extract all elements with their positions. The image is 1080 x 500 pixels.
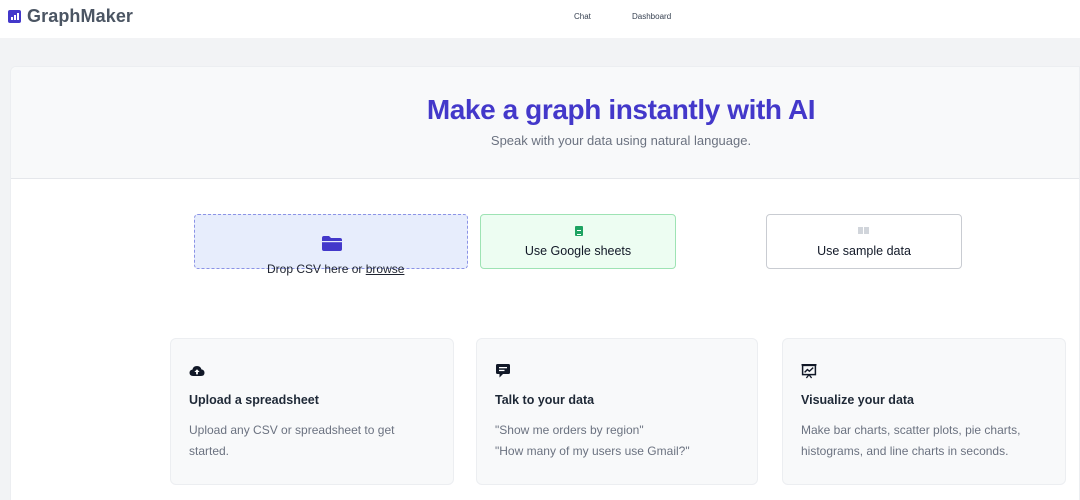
feature-card-visualize: Visualize your data Make bar charts, sca…: [782, 338, 1066, 485]
feature-description: Make bar charts, scatter plots, pie char…: [801, 420, 1051, 462]
feature-line: Upload any CSV or spreadsheet to get: [189, 423, 395, 437]
feature-title: Upload a spreadsheet: [189, 393, 319, 407]
app-logo[interactable]: GraphMaker: [8, 6, 133, 27]
top-navbar: GraphMaker Chat Dashboard: [0, 0, 1080, 38]
folder-icon: [322, 236, 342, 251]
nav-dashboard-link[interactable]: Dashboard: [632, 12, 671, 21]
feature-line: "How many of my users use Gmail?": [495, 444, 690, 458]
browse-link[interactable]: browse: [366, 262, 405, 276]
app-name: GraphMaker: [27, 6, 134, 26]
google-sheets-label: Use Google sheets: [524, 244, 632, 258]
hero-subtitle: Speak with your data using natural langu…: [490, 133, 752, 148]
drop-csv-text: Drop CSV here or browse: [267, 262, 404, 276]
hero-section: Make a graph instantly with AI Speak wit…: [11, 67, 1079, 179]
cloud-upload-icon: [189, 366, 205, 376]
main-panel: Make a graph instantly with AI Speak wit…: [10, 66, 1080, 500]
sample-data-button[interactable]: Use sample data: [766, 214, 962, 269]
google-sheets-button[interactable]: Use Google sheets: [480, 214, 676, 269]
feature-title: Talk to your data: [495, 393, 595, 407]
feature-description: "Show me orders by region" "How many of …: [495, 420, 745, 462]
nav-chat-link[interactable]: Chat: [574, 12, 591, 21]
chat-bubble-icon: [496, 364, 510, 378]
feature-card-upload: Upload a spreadsheet Upload any CSV or s…: [170, 338, 454, 485]
google-sheets-icon: [575, 226, 583, 236]
hero-title: Make a graph instantly with AI: [426, 94, 816, 125]
drop-csv-zone[interactable]: Drop CSV here or browse: [194, 214, 468, 276]
presentation-chart-icon: [801, 364, 817, 379]
drop-csv-prefix: Drop CSV here or: [267, 262, 366, 276]
feature-line: started.: [189, 444, 230, 458]
sample-data-label: Use sample data: [817, 244, 911, 258]
feature-line: Make bar charts, scatter plots, pie char…: [801, 423, 1021, 437]
feature-description: Upload any CSV or spreadsheet to get sta…: [189, 420, 439, 462]
feature-line: histograms, and line charts in seconds.: [801, 444, 1009, 458]
table-icon: [858, 227, 869, 234]
feature-card-talk: Talk to your data "Show me orders by reg…: [476, 338, 758, 485]
logo-icon: [8, 10, 21, 23]
feature-title: Visualize your data: [801, 393, 915, 407]
feature-line: "Show me orders by region": [495, 423, 644, 437]
